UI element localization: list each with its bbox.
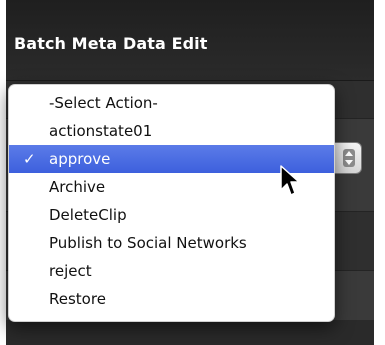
action-dropdown-menu: -Select Action- actionstate01 ✓ approve … <box>8 84 335 322</box>
panel-footer <box>6 320 374 345</box>
menu-item-archive[interactable]: Archive <box>9 173 334 201</box>
panel-header: Batch Meta Data Edit <box>6 0 374 81</box>
panel-title: Batch Meta Data Edit <box>14 34 208 53</box>
checkmark-icon: ✓ <box>23 150 36 168</box>
menu-item-reject[interactable]: reject <box>9 257 334 285</box>
menu-item-restore[interactable]: Restore <box>9 285 334 313</box>
select-up-down-arrows-icon[interactable] <box>343 149 355 167</box>
menu-item-select-action[interactable]: -Select Action- <box>9 89 334 117</box>
menu-item-publish-social[interactable]: Publish to Social Networks <box>9 229 334 257</box>
menu-item-actionstate01[interactable]: actionstate01 <box>9 117 334 145</box>
menu-item-approve-label: approve <box>49 150 111 168</box>
menu-item-approve[interactable]: ✓ approve <box>9 145 334 173</box>
menu-item-deleteclip[interactable]: DeleteClip <box>9 201 334 229</box>
